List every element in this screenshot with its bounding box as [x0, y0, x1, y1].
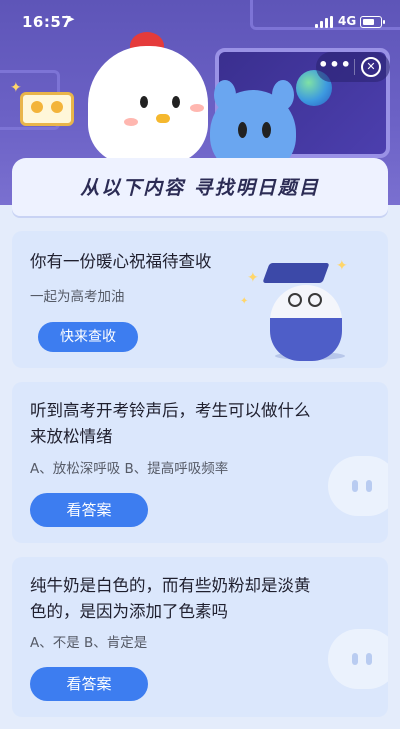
sparkle-icon: ✦ [240, 296, 249, 307]
alien-eye [262, 122, 271, 138]
location-arrow-icon: ➤ [65, 12, 76, 26]
question-title-line2: 色的，是因为添加了色素吗 [30, 602, 228, 621]
question-title: 纯牛奶是白色的，而有些奶粉却是淡黄 [30, 576, 311, 595]
title-banner: 从以下内容 寻找明日题目 [12, 158, 388, 216]
question-options: A、放松深呼吸 B、提高呼吸频率 [30, 461, 229, 477]
card-subtitle: 一起为高考加油 [30, 289, 125, 305]
alien-eye [238, 122, 247, 138]
chicken-eye [172, 96, 180, 108]
sparkle-icon: ✦ [247, 270, 259, 286]
glasses-icon [288, 293, 324, 307]
view-answer-button[interactable]: 看答案 [30, 493, 148, 527]
graduation-cap-icon [262, 263, 330, 283]
chicken-cheek [124, 118, 138, 126]
page-title: 从以下内容 寻找明日题目 [80, 177, 320, 199]
question-options: A、不是 B、肯定是 [30, 635, 148, 651]
mini-program-capsule: ••• ✕ [316, 52, 390, 82]
more-icon[interactable]: ••• [316, 52, 354, 82]
status-bar: 16:57 ➤ 4G [0, 0, 400, 44]
chat-bubble-icon [328, 456, 388, 516]
view-answer-button[interactable]: 看答案 [30, 667, 148, 701]
question-card: 听到高考开考铃声后，考生可以做什么 来放松情绪 A、放松深呼吸 B、提高呼吸频率… [12, 382, 388, 543]
sparkle-icon: ✦ [336, 258, 348, 274]
battery-icon [360, 16, 385, 28]
close-icon[interactable]: ✕ [361, 57, 381, 77]
network-type: 4G [338, 14, 357, 28]
check-blessing-button[interactable]: 快来查收 [38, 322, 138, 352]
question-title-line2: 来放松情绪 [30, 427, 113, 446]
capsule-divider [354, 59, 355, 75]
chicken-cheek [190, 104, 204, 112]
question-card: 纯牛奶是白色的，而有些奶粉却是淡黄 色的，是因为添加了色素吗 A、不是 B、肯定… [12, 557, 388, 717]
sparkle-icon: ✦ [10, 80, 22, 96]
chat-bubble-icon [328, 629, 388, 689]
chicken-beak [156, 114, 170, 123]
signal-icon [315, 16, 333, 28]
question-title: 听到高考开考铃声后，考生可以做什么 [30, 401, 311, 420]
chicken-eye [140, 96, 148, 108]
medal-icon [20, 92, 74, 126]
card-title: 你有一份暖心祝福待查收 [30, 252, 212, 271]
